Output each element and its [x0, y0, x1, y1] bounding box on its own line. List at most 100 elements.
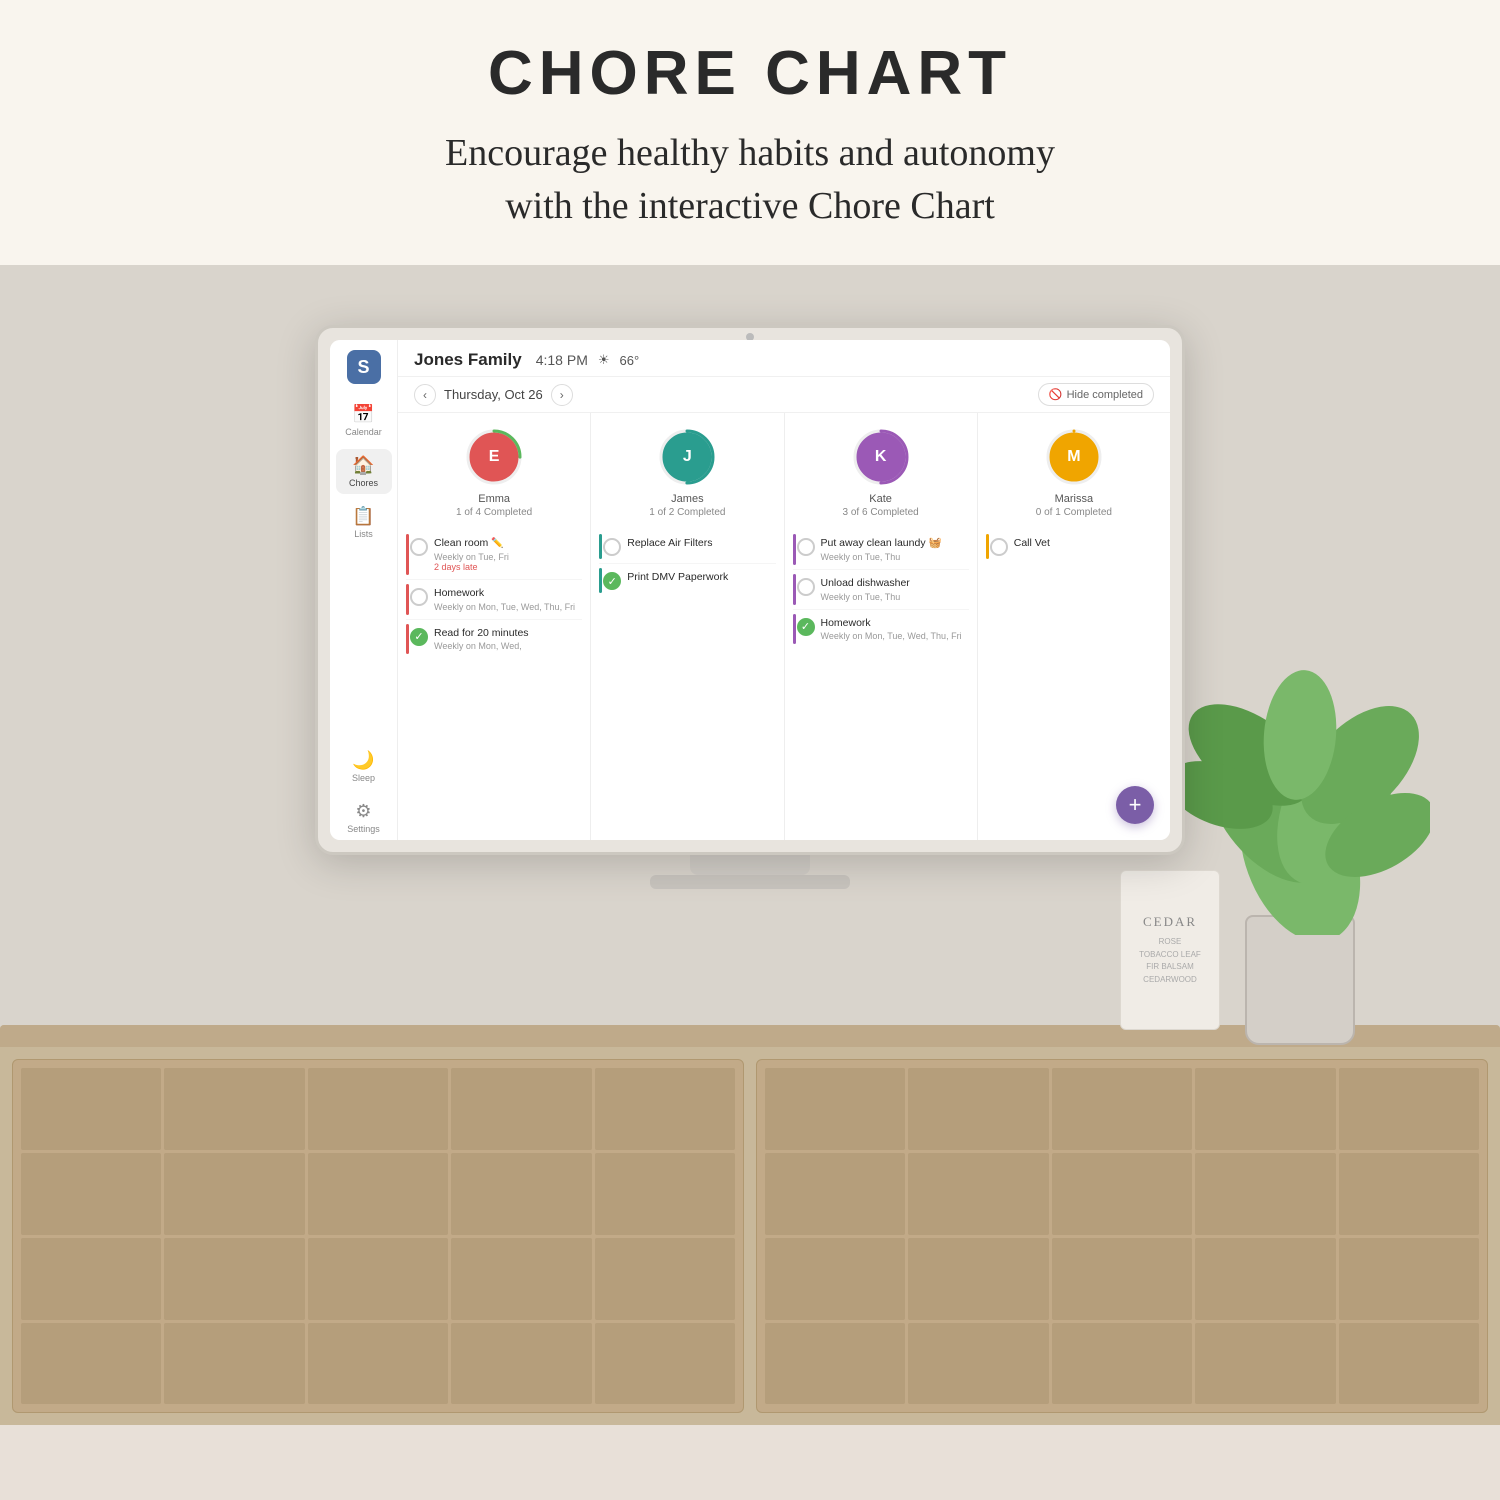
task-sub: Weekly on Mon, Tue, Wed, Thu, Fri: [821, 631, 965, 641]
sleep-icon: 🌙: [352, 750, 374, 771]
candle-label: Cedar: [1143, 914, 1197, 930]
person-progress-kate: 3 of 6 Completed: [843, 507, 919, 518]
next-date-button[interactable]: ›: [551, 384, 573, 406]
app-sidebar: S 📅 Calendar 🏠 Chores 📋 Lists: [330, 340, 398, 840]
task-bar: [406, 534, 409, 575]
person-progress-marissa: 0 of 1 Completed: [1036, 507, 1112, 518]
task-item: Unload dishwasher Weekly on Tue, Thu: [793, 570, 969, 610]
task-sub: Weekly on Tue, Thu: [821, 552, 965, 562]
person-card-kate: K Kate 3 of 6 Completed Put away clea: [785, 413, 978, 840]
person-name-james: James: [671, 493, 703, 505]
promo-title: CHORE CHART: [80, 38, 1420, 109]
temperature: 66°: [620, 353, 640, 368]
monitor-screen: S 📅 Calendar 🏠 Chores 📋 Lists: [330, 340, 1170, 840]
person-name-emma: Emma: [478, 493, 510, 505]
task-name: Replace Air Filters: [627, 537, 771, 551]
task-checkbox[interactable]: [410, 588, 428, 606]
task-info: Call Vet: [1014, 537, 1158, 551]
task-list-emma: Clean room ✏️ Weekly on Tue, Fri 2 days …: [398, 526, 590, 840]
person-header-emma: E Emma 1 of 4 Completed: [398, 413, 590, 526]
monitor-frame: S 📅 Calendar 🏠 Chores 📋 Lists: [315, 325, 1185, 855]
candle: Cedar ROSETOBACCO LEAFFIR BALSAMCEDARWOO…: [1120, 870, 1220, 1030]
settings-icon: ⚙: [355, 801, 371, 822]
task-info: Read for 20 minutes Weekly on Mon, Wed,: [434, 627, 578, 652]
person-card-james: J James 1 of 2 Completed Replace Air: [591, 413, 784, 840]
task-sub: Weekly on Mon, Wed,: [434, 641, 578, 651]
task-checkbox[interactable]: ✓: [797, 618, 815, 636]
task-checkbox[interactable]: [410, 538, 428, 556]
task-name: Print DMV Paperwork: [627, 571, 771, 585]
monitor-wrapper: S 📅 Calendar 🏠 Chores 📋 Lists: [315, 325, 1185, 889]
task-item: Replace Air Filters: [599, 530, 775, 564]
progress-ring-marissa: [1044, 427, 1104, 487]
task-item: ✓ Print DMV Paperwork: [599, 564, 775, 597]
task-checkbox[interactable]: [797, 538, 815, 556]
sidebar-item-chores[interactable]: 🏠 Chores: [336, 449, 392, 494]
chores-icon: 🏠: [352, 455, 374, 476]
sidebar-label-settings: Settings: [347, 824, 380, 834]
task-checkbox[interactable]: ✓: [410, 628, 428, 646]
person-header-james: J James 1 of 2 Completed: [591, 413, 783, 526]
calendar-icon: 📅: [352, 404, 374, 425]
dresser-door-left: [12, 1059, 744, 1413]
task-info: Replace Air Filters: [627, 537, 771, 551]
task-bar: [406, 584, 409, 615]
date-nav: ‹ Thursday, Oct 26 › 🚫 Hide completed: [398, 377, 1170, 413]
task-list-james: Replace Air Filters ✓ Print DMV Paperwor…: [591, 526, 783, 840]
task-info: Put away clean laundy 🧺 Weekly on Tue, T…: [821, 537, 965, 562]
task-name: Clean room ✏️: [434, 537, 578, 551]
sidebar-item-settings[interactable]: ⚙ Settings: [336, 795, 392, 840]
task-bar: [793, 614, 796, 645]
monitor-stand: [690, 855, 810, 875]
task-name: Call Vet: [1014, 537, 1158, 551]
add-chore-fab[interactable]: +: [1116, 786, 1154, 824]
person-progress-emma: 1 of 4 Completed: [456, 507, 532, 518]
sidebar-item-sleep[interactable]: 🌙 Sleep: [336, 744, 392, 789]
sidebar-label-lists: Lists: [354, 529, 373, 539]
task-list-kate: Put away clean laundy 🧺 Weekly on Tue, T…: [785, 526, 977, 840]
eye-slash-icon: 🚫: [1049, 388, 1063, 401]
task-checkbox[interactable]: [603, 538, 621, 556]
promo-subtitle: Encourage healthy habits and autonomy wi…: [80, 127, 1420, 233]
task-bar: [793, 574, 796, 605]
task-info: Unload dishwasher Weekly on Tue, Thu: [821, 577, 965, 602]
person-progress-james: 1 of 2 Completed: [649, 507, 725, 518]
scene: Cedar ROSETOBACCO LEAFFIR BALSAMCEDARWOO…: [0, 265, 1500, 1425]
task-bar: [406, 624, 409, 655]
task-name: Homework: [434, 587, 578, 601]
person-header-marissa: M Marissa 0 of 1 Completed: [978, 413, 1170, 526]
current-date: Thursday, Oct 26: [444, 387, 543, 402]
progress-ring-james: [657, 427, 717, 487]
person-card-marissa: M Marissa 0 of 1 Completed Call Vet: [978, 413, 1170, 840]
task-item: ✓ Read for 20 minutes Weekly on Mon, Wed…: [406, 620, 582, 659]
sidebar-item-calendar[interactable]: 📅 Calendar: [336, 398, 392, 443]
promo-banner: CHORE CHART Encourage healthy habits and…: [0, 0, 1500, 265]
sidebar-label-calendar: Calendar: [345, 427, 382, 437]
task-name: Put away clean laundy 🧺: [821, 537, 965, 551]
lists-icon: 📋: [352, 506, 374, 527]
task-name: Unload dishwasher: [821, 577, 965, 591]
sidebar-label-sleep: Sleep: [352, 773, 375, 783]
task-checkbox[interactable]: [990, 538, 1008, 556]
person-card-emma: E Emma 1 of 4 Completed Clean room ✏️: [398, 413, 591, 840]
task-item: Call Vet: [986, 530, 1162, 563]
task-info: Print DMV Paperwork: [627, 571, 771, 585]
task-name: Homework: [821, 617, 965, 631]
task-info: Homework Weekly on Mon, Tue, Wed, Thu, F…: [821, 617, 965, 642]
task-item: ✓ Homework Weekly on Mon, Tue, Wed, Thu,…: [793, 610, 969, 649]
family-name: Jones Family: [414, 350, 522, 370]
sidebar-item-lists[interactable]: 📋 Lists: [336, 500, 392, 545]
task-checkbox[interactable]: [797, 578, 815, 596]
dresser: [0, 1025, 1500, 1425]
hide-completed-button[interactable]: 🚫 Hide completed: [1038, 383, 1154, 406]
task-checkbox[interactable]: ✓: [603, 572, 621, 590]
dresser-doors: [0, 1047, 1500, 1425]
task-bar: [599, 534, 602, 559]
task-name: Read for 20 minutes: [434, 627, 578, 641]
task-bar: [986, 534, 989, 559]
task-sub: Weekly on Tue, Thu: [821, 592, 965, 602]
task-bar: [599, 568, 602, 593]
task-item: Clean room ✏️ Weekly on Tue, Fri 2 days …: [406, 530, 582, 580]
task-info: Homework Weekly on Mon, Tue, Wed, Thu, F…: [434, 587, 578, 612]
prev-date-button[interactable]: ‹: [414, 384, 436, 406]
